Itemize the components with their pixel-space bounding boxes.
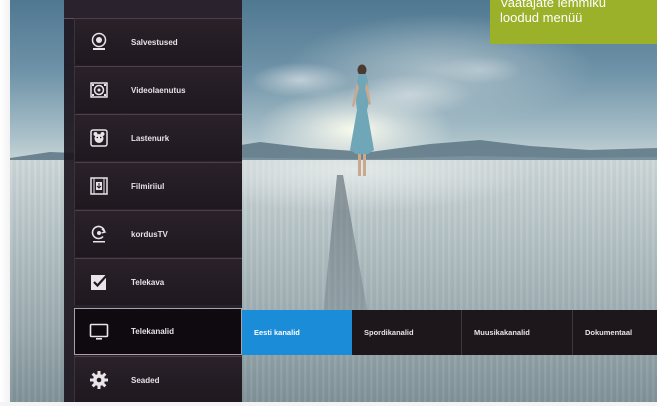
tv-screen-photo: Salvestused Videolaenutus Lastenurk Film… — [0, 0, 657, 406]
menu-item-label: Seaded — [131, 375, 160, 385]
gear-icon — [89, 370, 109, 390]
clouds — [240, 40, 540, 130]
film-reel-icon — [89, 80, 109, 100]
film-strip-icon — [89, 176, 109, 196]
menu-item-label: Lastenurk — [131, 133, 170, 143]
menu-item-kordustv[interactable]: kordusTV — [74, 210, 242, 257]
photo-left-edge — [0, 0, 10, 406]
menu-item-salvestused[interactable]: Salvestused — [74, 18, 242, 65]
menu-item-seaded[interactable]: Seaded — [74, 356, 242, 403]
replay-icon — [89, 224, 109, 244]
tab-dokumentaal[interactable]: Dokumentaal — [573, 310, 657, 355]
woman-figure — [350, 64, 374, 176]
tab-label: Muusikakanalid — [474, 328, 530, 337]
menu-item-label: Salvestused — [131, 37, 178, 47]
tab-label: Eesti kanalid — [254, 328, 300, 337]
menu-item-label: Telekanalid — [131, 327, 174, 336]
tab-label: Spordikanalid — [364, 328, 414, 337]
menu-item-label: Telekava — [131, 277, 165, 287]
menu-item-label: Filmiriiul — [131, 181, 165, 191]
menu-item-label: kordusTV — [131, 229, 168, 239]
tv-icon — [89, 322, 109, 342]
caption-callout: Vaatajate lemmiku loodud menüü — [490, 0, 657, 44]
channel-category-bar: Eesti kanalid Spordikanalid Muusikakanal… — [242, 310, 657, 355]
menu-item-videolaenutus[interactable]: Videolaenutus — [74, 66, 242, 113]
menu-item-filmiriiul[interactable]: Filmiriiul — [74, 162, 242, 209]
tab-label: Dokumentaal — [585, 328, 633, 337]
menu-item-label: Videolaenutus — [131, 85, 186, 95]
menu-item-telekanalid[interactable]: Telekanalid — [74, 308, 242, 355]
record-icon — [89, 32, 109, 52]
caption-line-1: Vaatajate lemmiku — [500, 0, 606, 10]
checkbox-icon — [89, 272, 109, 292]
menu-item-lastenurk[interactable]: Lastenurk — [74, 114, 242, 161]
tab-eesti-kanalid[interactable]: Eesti kanalid — [242, 310, 352, 355]
tab-spordikanalid[interactable]: Spordikanalid — [352, 310, 462, 355]
photo-bottom-edge — [0, 402, 657, 406]
menu-top-strip — [64, 0, 242, 19]
tab-muusikakanalid[interactable]: Muusikakanalid — [462, 310, 573, 355]
caption-line-2: loodud menüü — [500, 10, 583, 25]
bear-icon — [89, 128, 109, 148]
menu-item-telekava[interactable]: Telekava — [74, 258, 242, 305]
